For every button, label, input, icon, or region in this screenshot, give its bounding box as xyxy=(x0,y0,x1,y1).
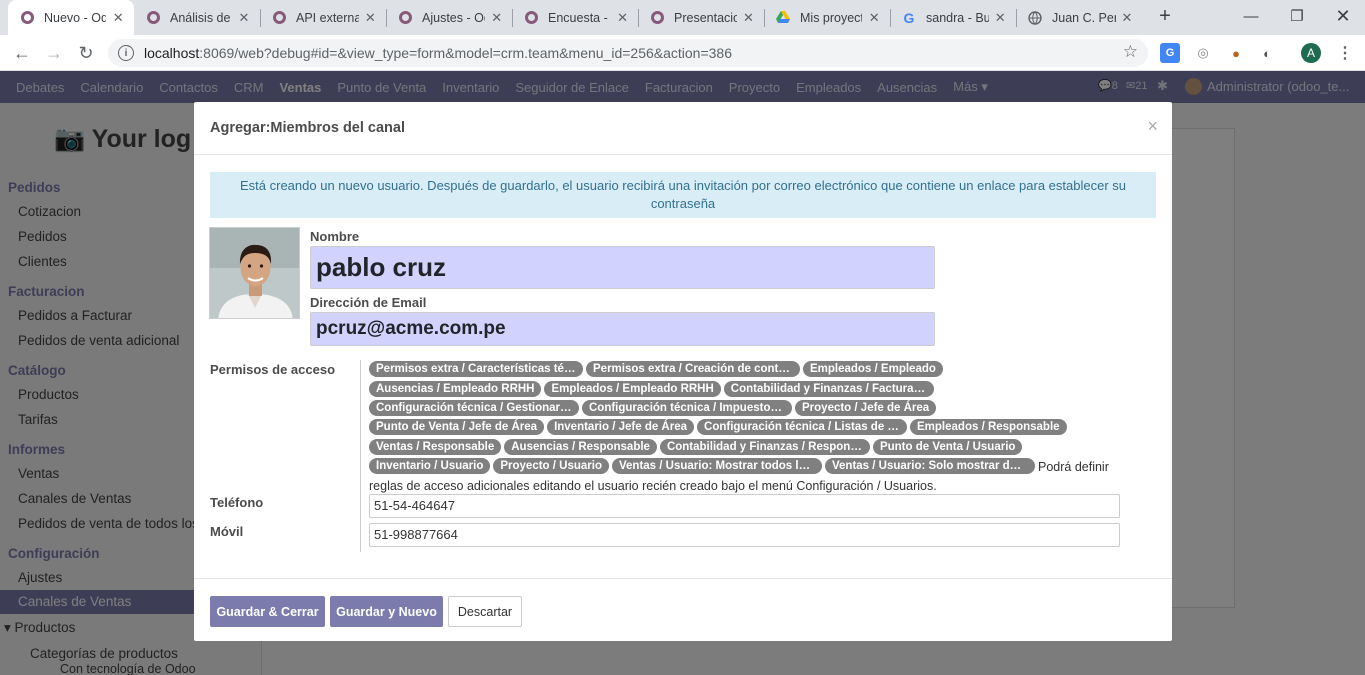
close-icon[interactable]: ✕ xyxy=(993,10,1008,26)
permission-tag[interactable]: Ventas / Responsable xyxy=(369,438,502,455)
phone-input[interactable]: 51-54-464647 xyxy=(369,494,1120,518)
discard-button[interactable]: Descartar xyxy=(448,596,522,627)
tab-encuesta[interactable]: Encuesta - ( ✕ xyxy=(512,0,638,35)
tab-juan[interactable]: Juan C. Pere ✕ xyxy=(1016,0,1142,35)
forward-icon[interactable]: → xyxy=(42,41,66,65)
tab-presentacion[interactable]: Presentacio ✕ xyxy=(638,0,764,35)
field-divider xyxy=(360,360,361,552)
permission-tag[interactable]: Empleados / Empleado xyxy=(803,361,943,378)
tab-title: Juan C. Pere xyxy=(1052,10,1116,25)
dialog-header: Agregar:Miembros del canal × xyxy=(194,102,1172,155)
permission-tag[interactable]: Punto de Venta / Usuario xyxy=(872,438,1023,455)
permisos-label: Permisos de acceso xyxy=(210,362,336,377)
permission-tag[interactable]: Inventario / Usuario xyxy=(369,457,491,474)
permission-tag[interactable]: Proyecto / Usuario xyxy=(493,457,609,474)
minimize-icon[interactable]: ― xyxy=(1228,0,1274,32)
globe-icon xyxy=(1028,10,1042,25)
permission-tag[interactable]: Permisos extra / Características técnica… xyxy=(369,361,583,378)
save-new-button[interactable]: Guardar y Nuevo xyxy=(330,596,443,627)
menu-icon[interactable]: ⋮ xyxy=(1335,43,1355,63)
browser-toolbar: ← → ↻ i localhost:8069/web?debug#id=&vie… xyxy=(0,35,1365,71)
bookmark-star-icon[interactable]: ☆ xyxy=(1123,42,1138,62)
close-icon[interactable]: ✕ xyxy=(1120,10,1134,26)
close-icon[interactable]: ✕ xyxy=(363,10,378,26)
odoo-icon xyxy=(146,11,160,25)
tab-sandra[interactable]: G sandra - Bu ✕ xyxy=(890,0,1016,35)
extension-circle-icon[interactable]: ◐ xyxy=(1257,43,1277,63)
permission-tag[interactable]: Ventas / Usuario: Solo mostrar documento… xyxy=(824,457,1035,474)
reload-icon[interactable]: ↻ xyxy=(74,41,98,65)
close-icon[interactable]: × xyxy=(1147,116,1158,137)
email-input[interactable]: pcruz@acme.com.pe xyxy=(310,312,935,346)
tab-api-externa[interactable]: API externa ✕ xyxy=(260,0,386,35)
odoo-icon xyxy=(272,11,286,25)
add-member-dialog: Agregar:Miembros del canal × Está creand… xyxy=(194,102,1172,641)
tab-title: Encuesta - ( xyxy=(548,10,612,25)
tab-title: Presentacio xyxy=(674,10,737,25)
permission-tag[interactable]: Contabilidad y Finanzas / Facturación xyxy=(723,380,934,397)
dialog-title: Agregar:Miembros del canal xyxy=(210,120,405,136)
permission-tag[interactable]: Configuración técnica / Impuesto B... xyxy=(582,399,792,416)
odoo-icon xyxy=(20,11,34,25)
url-path: :8069/web?debug#id=&view_type=form&model… xyxy=(199,45,733,61)
tab-analisis[interactable]: Análisis de ✕ xyxy=(134,0,260,35)
permission-tag[interactable]: Empleados / Responsable xyxy=(910,419,1067,436)
odoo-icon xyxy=(398,11,412,25)
permission-tag[interactable]: Ausencias / Empleado RRHH xyxy=(369,380,542,397)
close-window-icon[interactable]: ✕ xyxy=(1320,0,1365,32)
mobile-label: Móvil xyxy=(210,524,244,539)
name-input[interactable]: pablo cruz xyxy=(310,246,935,289)
permission-tag[interactable]: Contabilidad y Finanzas / Responsable xyxy=(659,438,870,455)
save-close-button[interactable]: Guardar & Cerrar xyxy=(210,596,325,627)
back-icon[interactable]: ← xyxy=(10,41,34,65)
address-bar[interactable]: i localhost:8069/web?debug#id=&view_type… xyxy=(108,39,1148,67)
close-icon[interactable]: ✕ xyxy=(866,10,882,26)
user-photo[interactable] xyxy=(209,227,300,319)
tab-ajustes[interactable]: Ajustes - Od ✕ xyxy=(386,0,512,35)
google-icon: G xyxy=(903,9,915,26)
permission-tag[interactable]: Ventas / Usuario: Mostrar todos los docu… xyxy=(611,457,822,474)
close-icon[interactable]: ✕ xyxy=(110,10,126,26)
tab-title: Nuevo - Od xyxy=(44,10,107,25)
permission-tag[interactable]: Configuración técnica / Gestionar empaqu… xyxy=(369,399,579,416)
restore-icon[interactable]: ❐ xyxy=(1274,0,1320,32)
email-label: Dirección de Email xyxy=(310,295,427,310)
permission-tag[interactable]: Punto de Venta / Jefe de Área xyxy=(369,419,545,436)
permission-tag[interactable]: Empleados / Empleado RRHH xyxy=(544,380,721,397)
tab-title: Ajustes - Od xyxy=(422,10,486,25)
url-host: localhost xyxy=(144,45,200,61)
close-icon[interactable]: ✕ xyxy=(615,10,630,26)
tab-title: Análisis de xyxy=(170,10,231,25)
permission-tag[interactable]: Permisos extra / Creación de contactos xyxy=(586,361,800,378)
phone-label: Teléfono xyxy=(210,495,264,510)
tab-title: sandra - Bu xyxy=(926,10,989,25)
new-tab-button[interactable]: + xyxy=(1152,4,1178,30)
info-icon[interactable]: i xyxy=(118,45,134,61)
drive-icon xyxy=(776,11,790,25)
access-permissions: Permisos extra / Características técnica… xyxy=(369,361,1109,496)
permission-tag[interactable]: Configuración técnica / Listas de precio… xyxy=(697,419,908,436)
permission-tag[interactable]: Proyecto / Jefe de Área xyxy=(795,399,937,416)
mobile-input[interactable]: 51-998877664 xyxy=(369,523,1120,547)
browser-tab-strip: Nuevo - Od ✕ Análisis de ✕ API externa ✕… xyxy=(0,0,1365,35)
info-alert: Está creando un nuevo usuario. Después d… xyxy=(210,172,1156,218)
close-icon[interactable]: ✕ xyxy=(741,10,756,26)
tab-title: API externa xyxy=(296,10,359,25)
odoo-icon xyxy=(524,11,538,25)
dialog-footer: Guardar & Cerrar Guardar y Nuevo Descart… xyxy=(194,578,1172,641)
tab-nuevo[interactable]: Nuevo - Od ✕ xyxy=(8,0,134,35)
name-label: Nombre xyxy=(310,229,360,244)
profile-avatar[interactable]: A xyxy=(1301,43,1321,63)
permission-tag[interactable]: Inventario / Jefe de Área xyxy=(547,419,695,436)
close-icon[interactable]: ✕ xyxy=(236,10,252,26)
close-icon[interactable]: ✕ xyxy=(489,10,504,26)
extension-icon[interactable]: ◎ xyxy=(1193,43,1213,63)
cookie-icon[interactable]: ● xyxy=(1226,43,1246,63)
odoo-icon xyxy=(650,11,664,25)
translate-icon[interactable]: G xyxy=(1160,43,1180,63)
permission-tag[interactable]: Ausencias / Responsable xyxy=(504,438,657,455)
tab-title: Mis proyect xyxy=(800,10,863,25)
tab-mis-proyectos[interactable]: Mis proyect ✕ xyxy=(764,0,890,35)
